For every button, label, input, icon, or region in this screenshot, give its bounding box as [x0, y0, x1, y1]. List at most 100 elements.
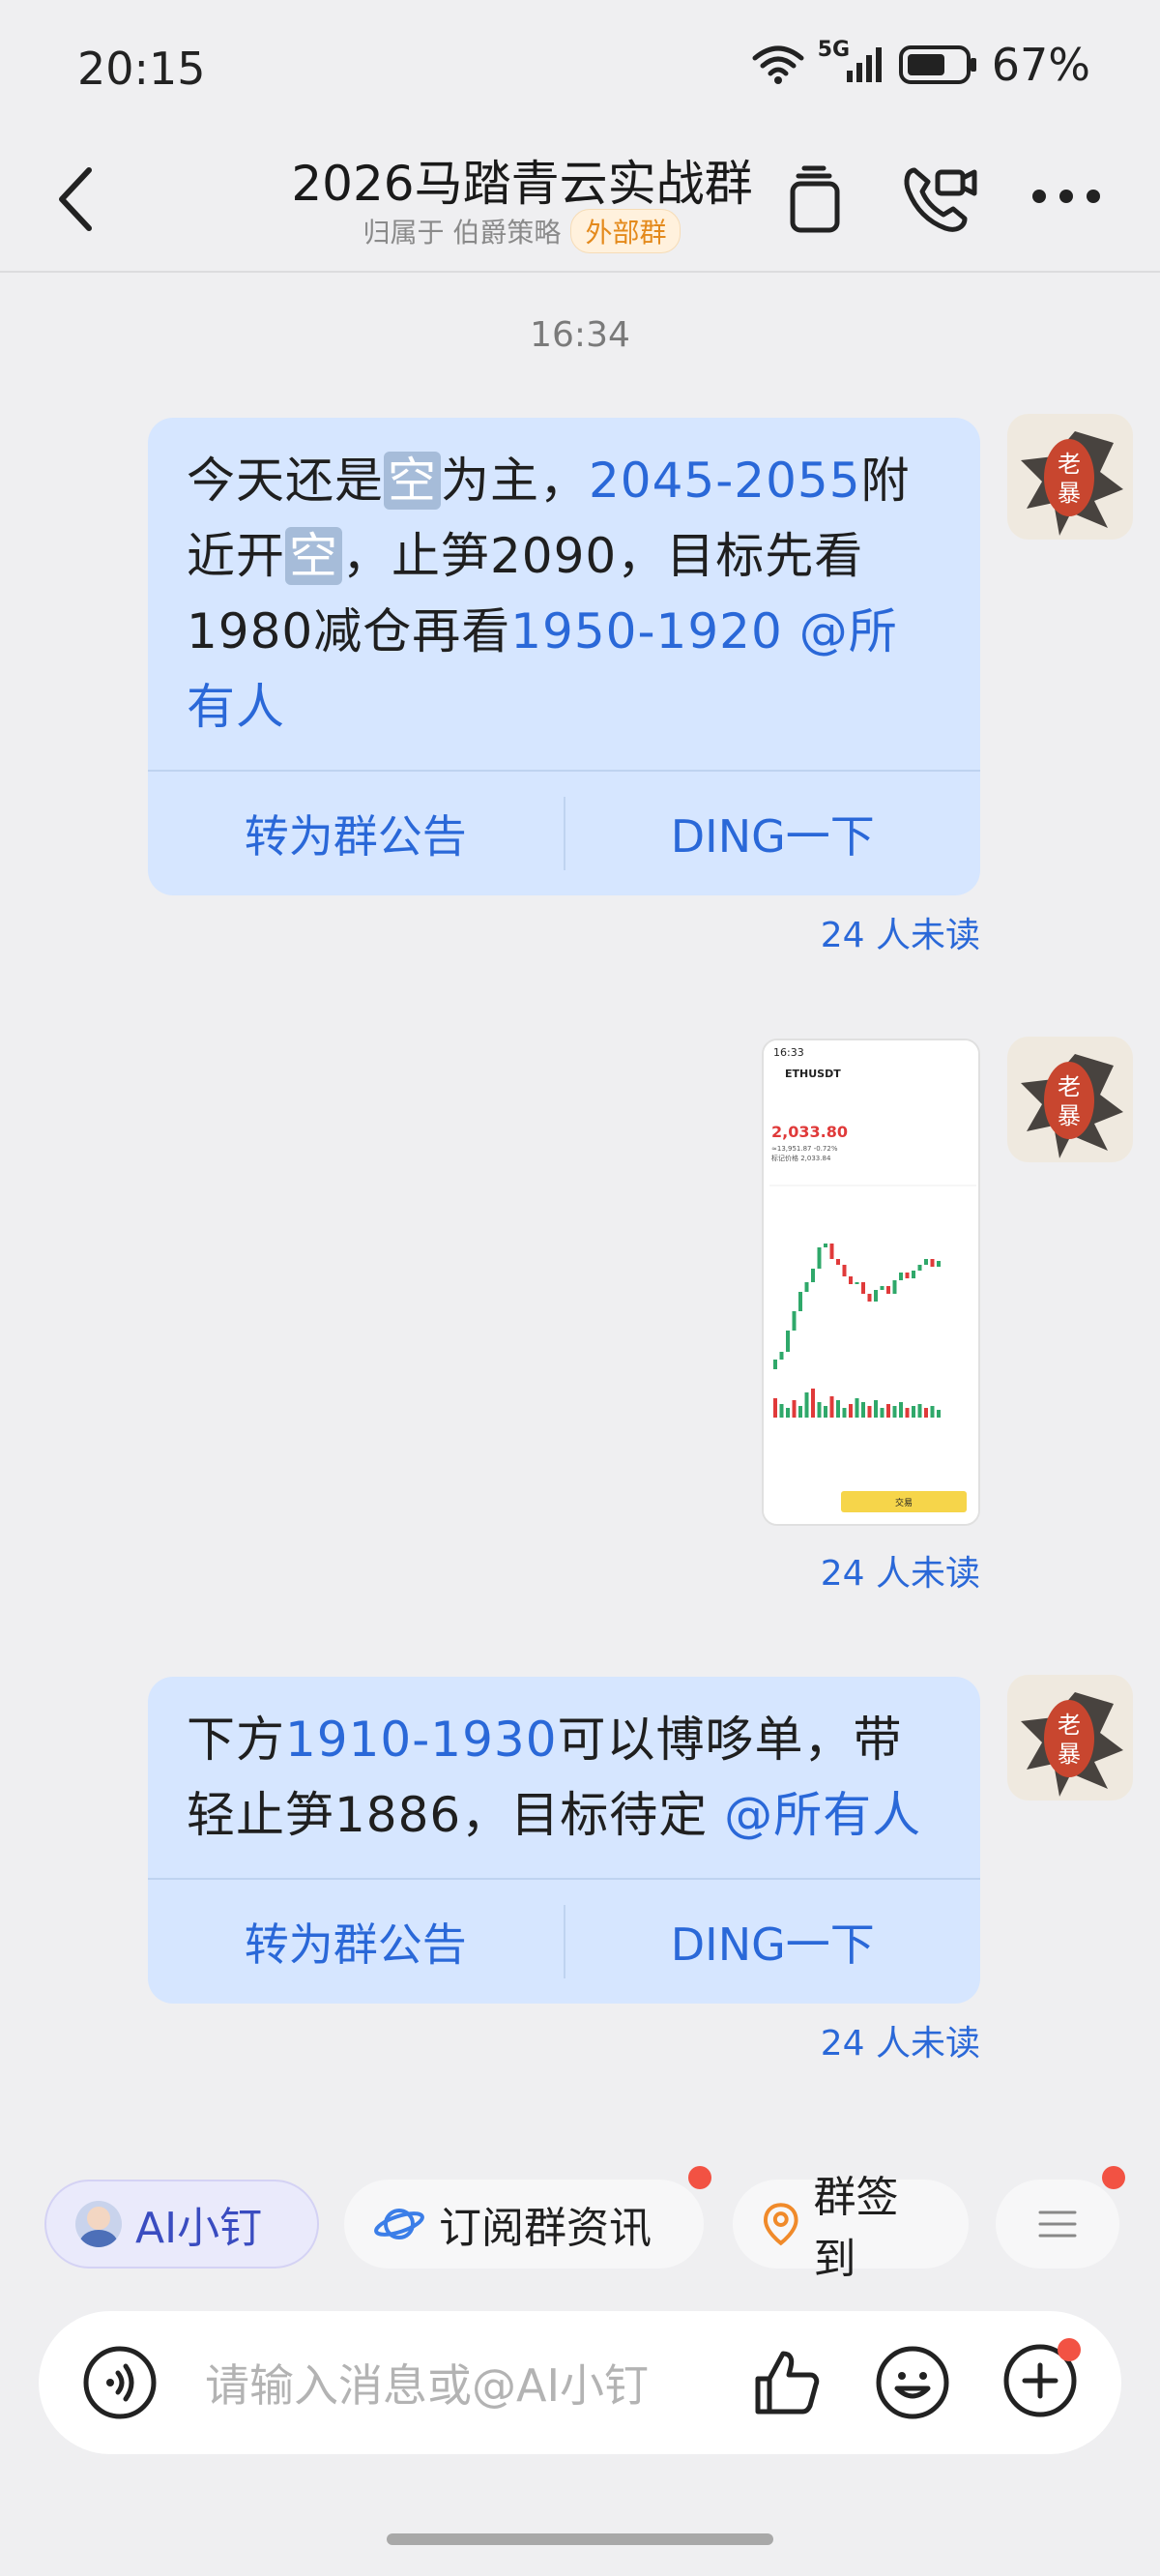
volume-bar: [930, 1406, 935, 1418]
home-indicator[interactable]: [387, 2533, 773, 2545]
message-segment: [708, 1787, 724, 1843]
menu-icon: [1038, 2210, 1077, 2238]
message-segment: 为主，: [441, 453, 589, 509]
volume-bar: [874, 1400, 878, 1418]
candle: [829, 1244, 834, 1259]
thumb-price: 2,033.80: [771, 1123, 848, 1141]
volume-bar: [817, 1402, 822, 1418]
unread-count[interactable]: 24 人未读: [821, 907, 980, 957]
volume-bar: [886, 1404, 890, 1418]
candle: [804, 1282, 809, 1292]
ai-avatar-icon: [75, 2201, 122, 2247]
convert-announcement-button[interactable]: 转为群公告: [148, 802, 564, 865]
volume-bar: [829, 1396, 834, 1418]
svg-text:老: 老: [1058, 1712, 1081, 1739]
volume-bar: [824, 1406, 827, 1418]
unread-count[interactable]: 24 人未读: [821, 2015, 980, 2065]
avatar-art: 老暴: [1007, 1675, 1133, 1800]
emoji-icon[interactable]: [874, 2344, 951, 2421]
thumb-symbol: ETHUSDT: [785, 1068, 841, 1080]
avatar-art: 老暴: [1007, 1037, 1133, 1162]
group-title: 2026马踏青云实战群: [291, 156, 753, 212]
chip-label: 群签到: [813, 2173, 899, 2284]
volume-bar: [773, 1398, 777, 1418]
candle: [811, 1269, 815, 1282]
svg-text:暴: 暴: [1058, 1741, 1081, 1768]
highlight-text[interactable]: 1910-1930: [285, 1712, 558, 1768]
thumbs-up-icon[interactable]: [748, 2344, 826, 2421]
copy-icon[interactable]: [785, 164, 843, 234]
volume-bar: [924, 1408, 928, 1418]
plus-button[interactable]: [1001, 2338, 1081, 2423]
candle: [786, 1331, 790, 1352]
candle: [842, 1265, 847, 1276]
volume-bar: [899, 1402, 903, 1418]
keyword-tag: 空: [285, 527, 342, 585]
candle: [824, 1244, 827, 1247]
thumb-mark: 标记价格 2,033.84: [771, 1154, 831, 1162]
volume-bar: [861, 1402, 865, 1418]
notification-dot: [1058, 2338, 1081, 2361]
thumb-trade-button: 交易: [895, 1497, 913, 1508]
message-timestamp: 16:34: [530, 315, 630, 355]
message-segment: 今天还是: [187, 453, 384, 509]
video-call-icon[interactable]: [901, 162, 978, 236]
highlight-text[interactable]: @所有人: [724, 1787, 921, 1843]
volume-bar: [867, 1406, 872, 1418]
message-bubble[interactable]: 今天还是空为主，2045-2055附近开空，止笋2090，目标先看1980减仓再…: [148, 418, 980, 895]
chip-label: AI小钉: [135, 2204, 263, 2253]
volume-bar: [855, 1398, 859, 1418]
message-actions: 转为群公告 DING一下: [148, 1878, 980, 2004]
candle: [836, 1259, 840, 1265]
more-chips-button[interactable]: [996, 2180, 1119, 2269]
avatar[interactable]: 老暴: [1007, 414, 1133, 540]
volume-bar: [842, 1408, 847, 1418]
avatar[interactable]: 老暴: [1007, 1037, 1133, 1162]
owner-text: 归属于 伯爵策略: [362, 217, 562, 249]
candle: [874, 1290, 878, 1302]
voice-icon[interactable]: [81, 2344, 159, 2421]
planet-icon: [374, 2209, 424, 2239]
subscribe-news-chip[interactable]: 订阅群资讯: [344, 2180, 704, 2269]
ding-button[interactable]: DING一下: [566, 1910, 981, 1974]
volume-bar: [792, 1400, 797, 1418]
candle: [855, 1282, 859, 1284]
svg-text:老: 老: [1058, 1073, 1081, 1100]
more-icon[interactable]: [1030, 188, 1102, 205]
message-bubble[interactable]: 下方1910-1930可以博哆单，带轻止笋1886，目标待定 @所有人 转为群公…: [148, 1677, 980, 2004]
highlight-text[interactable]: 1950-1920: [510, 603, 783, 659]
avatar-art: 老暴: [1007, 414, 1133, 540]
candle: [867, 1294, 872, 1302]
ai-assistant-chip[interactable]: AI小钉: [44, 2180, 319, 2269]
convert-announcement-button[interactable]: 转为群公告: [148, 1910, 564, 1974]
wifi-icon: [752, 45, 804, 84]
thumb-sub: ≈13,951.87 -0.72%: [771, 1145, 838, 1153]
message-input[interactable]: 请输入消息或@AI小钉: [205, 2351, 748, 2415]
external-badge: 外部群: [570, 209, 682, 253]
avatar[interactable]: 老暴: [1007, 1675, 1133, 1800]
volume-bar: [849, 1404, 853, 1418]
volume-bar: [779, 1404, 784, 1418]
unread-count[interactable]: 24 人未读: [821, 1545, 980, 1595]
battery-percentage: 67%: [991, 39, 1090, 91]
notification-dot: [688, 2166, 711, 2189]
highlight-text[interactable]: 2045-2055: [589, 453, 861, 509]
candle: [861, 1282, 865, 1294]
location-icon: [763, 2203, 798, 2246]
candle: [880, 1286, 884, 1290]
status-icons: 5G 67%: [752, 38, 1090, 91]
ding-button[interactable]: DING一下: [566, 802, 981, 865]
volume-bar: [811, 1389, 815, 1418]
notification-dot: [1102, 2166, 1125, 2189]
message-segment: 下方: [187, 1712, 285, 1768]
battery-icon: [898, 45, 976, 84]
candle: [905, 1273, 910, 1278]
check-in-chip[interactable]: 群签到: [733, 2173, 969, 2284]
candle: [917, 1265, 922, 1271]
chart-image-thumbnail[interactable]: 16:33 ETHUSDT 2,033.80 ≈13,951.87 -0.72%…: [762, 1039, 980, 1526]
volume-bar: [917, 1404, 922, 1418]
cellular-icon: 5G: [818, 38, 885, 86]
svg-text:暴: 暴: [1058, 1102, 1081, 1129]
volume-bar: [880, 1408, 884, 1418]
candle: [792, 1311, 797, 1331]
